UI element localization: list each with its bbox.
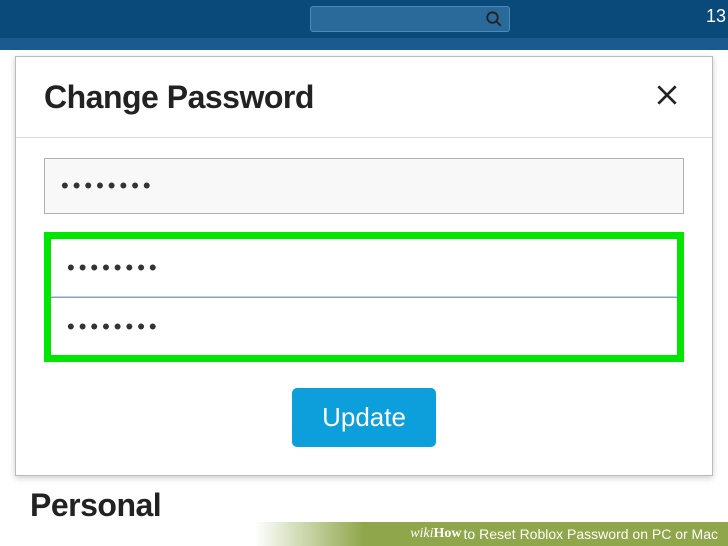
search-icon [485, 10, 503, 28]
dialog-header: Change Password [16, 57, 712, 138]
close-icon[interactable] [650, 77, 684, 117]
confirm-password-field[interactable] [51, 297, 677, 355]
new-password-field[interactable] [51, 239, 677, 297]
new-password-highlight [44, 232, 684, 362]
wikihow-caption: wikiHow to Reset Roblox Password on PC o… [0, 522, 728, 546]
caption-text: to Reset Roblox Password on PC or Mac [464, 526, 718, 542]
top-nav-bar: 13 [0, 0, 728, 38]
dialog-body: Update [16, 138, 712, 475]
page-section-heading: Personal [30, 487, 161, 524]
dialog-title: Change Password [44, 79, 314, 116]
update-button[interactable]: Update [292, 388, 436, 447]
wikihow-logo: wikiHow [410, 526, 461, 542]
current-password-field[interactable] [44, 158, 684, 214]
change-password-dialog: Change Password Update [15, 56, 713, 476]
notification-count: 13 [706, 6, 726, 27]
search-box[interactable] [310, 6, 510, 32]
dialog-actions: Update [44, 388, 684, 447]
